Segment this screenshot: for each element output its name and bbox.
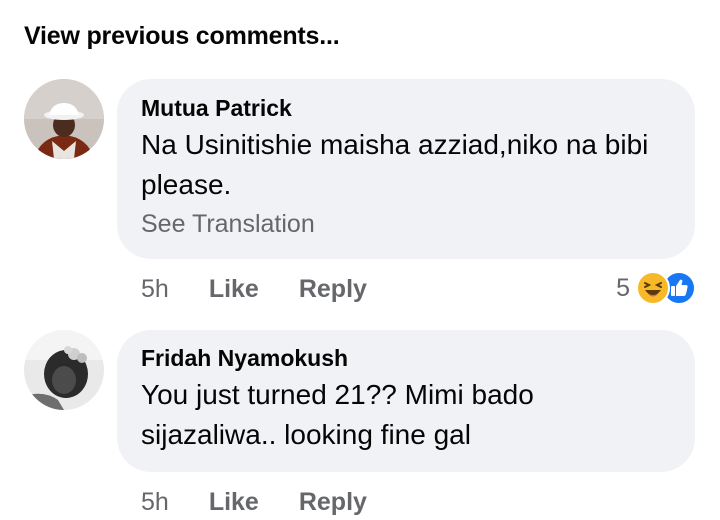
comment-author[interactable]: Fridah Nyamokush bbox=[141, 343, 671, 373]
comment-text: You just turned 21?? Mimi bado sijazaliw… bbox=[141, 379, 534, 450]
reactions-summary[interactable]: 5 bbox=[616, 270, 696, 306]
comment-bubble: Mutua Patrick Na Usinitishie maisha azzi… bbox=[117, 79, 695, 259]
comment-timestamp[interactable]: 5h bbox=[141, 488, 169, 517]
avatar[interactable] bbox=[24, 79, 104, 159]
comment-author[interactable]: Mutua Patrick bbox=[141, 93, 671, 123]
comment-actions: 5h Like Reply bbox=[141, 484, 367, 520]
see-translation-link[interactable]: See Translation bbox=[141, 207, 671, 241]
like-button[interactable]: Like bbox=[209, 488, 259, 517]
reply-button[interactable]: Reply bbox=[299, 488, 367, 517]
comment-timestamp[interactable]: 5h bbox=[141, 275, 169, 304]
view-previous-comments-link[interactable]: View previous comments... bbox=[24, 22, 340, 51]
like-button[interactable]: Like bbox=[209, 275, 259, 304]
comment-text: Na Usinitishie maisha azziad,niko na bib… bbox=[141, 129, 649, 200]
comment-bubble: Fridah Nyamokush You just turned 21?? Mi… bbox=[117, 330, 695, 472]
reaction-count: 5 bbox=[616, 273, 630, 302]
reply-button[interactable]: Reply bbox=[299, 275, 367, 304]
avatar[interactable] bbox=[24, 330, 104, 410]
haha-icon bbox=[636, 271, 670, 305]
comment-actions: 5h Like Reply bbox=[141, 271, 367, 307]
